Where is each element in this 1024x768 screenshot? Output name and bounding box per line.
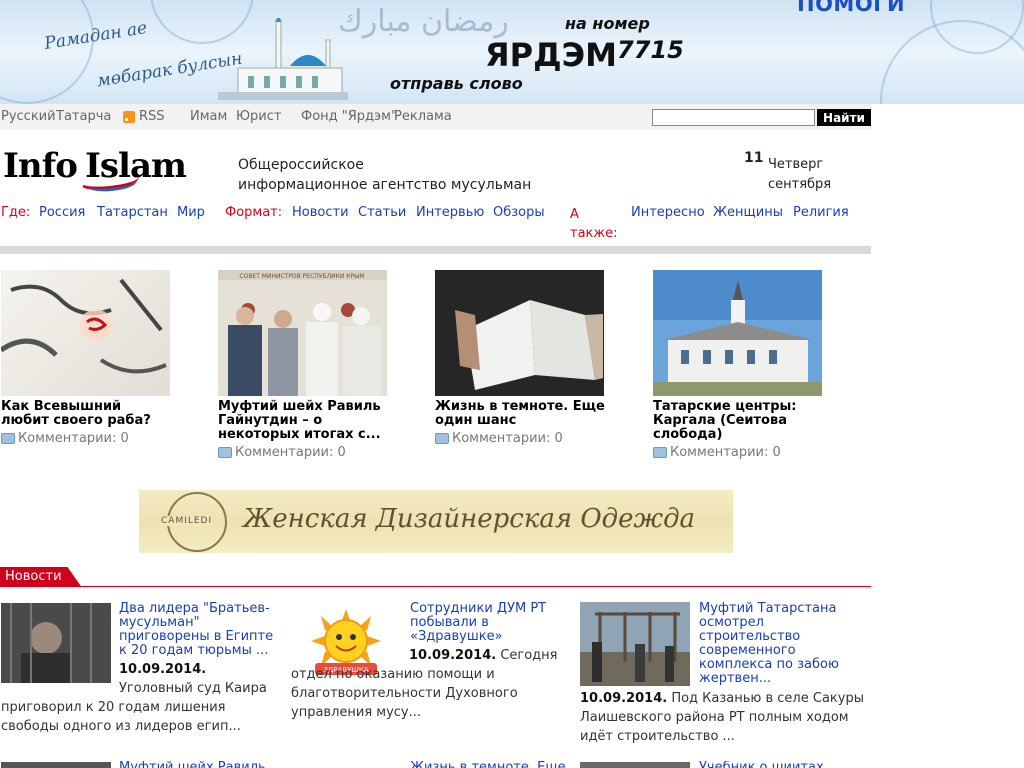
lawyer-link[interactable]: Юрист	[236, 109, 281, 124]
header-divider	[0, 246, 871, 254]
news-excerpt: 10.09.2014. Под Казанью в селе Сакуры Ла…	[580, 689, 865, 746]
news-thumbnail[interactable]	[1, 762, 111, 768]
featured-item: СОВЕТ МИНИСТРОВ РЕСПУБЛИКИ КРЫМ Муфтий ш…	[218, 270, 388, 460]
news-date: 10.09.2014.	[119, 662, 207, 677]
comments-count: Комментарии: 0	[670, 445, 781, 460]
lang-tatar-link[interactable]: Татарча	[56, 109, 111, 124]
featured-thumbnail-mufti[interactable]: СОВЕТ МИНИСТРОВ РЕСПУБЛИКИ КРЫМ	[218, 270, 387, 396]
news-excerpt: 10.09.2014. Сегодня отдел по оказанию по…	[291, 646, 565, 722]
news-meta: 10.09.2014.	[119, 660, 284, 679]
search-input[interactable]	[652, 109, 815, 126]
comments-count: Комментарии: 0	[18, 431, 129, 446]
news-excerpt: Уголовный суд Каира приговорил к 20 года…	[1, 681, 267, 734]
banner-help-text: ПОМОГИ	[797, 0, 906, 16]
comments-count: Комментарии: 0	[235, 445, 346, 460]
tagline-line2: информационное агентство мусульман	[238, 177, 532, 193]
calligraphy-image	[1, 278, 167, 374]
category-navigation: Где: Россия Татарстан Мир Формат: Новост…	[0, 203, 871, 243]
also-religion[interactable]: Религия	[793, 205, 849, 220]
construction-photo	[580, 602, 690, 686]
banner-keyword: ЯРДЭМ	[485, 36, 617, 74]
comments-count: Комментарии: 0	[452, 431, 563, 446]
news-title[interactable]: Два лидера "Братьев-мусульман" приговоре…	[119, 602, 279, 658]
news-thumbnail[interactable]	[580, 762, 690, 768]
site-tagline: Общероссийское информационное агентство …	[238, 155, 538, 195]
news-thumbnail[interactable]	[1, 603, 111, 683]
fund-link[interactable]: Фонд "Ярдэм"	[301, 109, 397, 124]
news-date: 10.09.2014.	[409, 648, 497, 663]
mufti-photo: СОВЕТ МИНИСТРОВ РЕСПУБЛИКИ КРЫМ	[218, 270, 387, 396]
banner-to-number-label: на номер	[565, 14, 650, 33]
comment-icon	[218, 447, 232, 458]
ad-text: Женская Дизайнерская Одежда	[243, 504, 696, 534]
advertising-link[interactable]: Реклама	[394, 109, 452, 124]
news-section-tab[interactable]: Новости	[0, 567, 82, 587]
format-reviews[interactable]: Обзоры	[493, 205, 545, 220]
category-tatarstan[interactable]: Татарстан	[97, 205, 168, 220]
category-world[interactable]: Мир	[177, 205, 205, 220]
ramadan-banner[interactable]: Рамадан ае мөбарак булсын رمضان مبارك на…	[0, 0, 1024, 104]
featured-comments[interactable]: Комментарии: 0	[218, 445, 388, 460]
ad-brand: CAMILEDI	[161, 516, 213, 526]
format-news[interactable]: Новости	[292, 205, 349, 220]
advertisement-banner[interactable]: CAMILEDI Женская Дизайнерская Одежда	[139, 490, 733, 553]
news-title[interactable]: Сотрудники ДУМ РТ побывали в «Здравушке»	[410, 602, 560, 644]
news-title[interactable]: Муфтий Татарстана осмотрел строительство…	[699, 602, 849, 686]
also-label: А также:	[570, 207, 618, 241]
mosque-illustration	[218, 18, 348, 100]
braille-book-photo	[435, 270, 604, 396]
banner-sms-number: 7715	[617, 36, 684, 64]
ministers-sign: СОВЕТ МИНИСТРОВ РЕСПУБЛИКИ КРЫМ	[239, 273, 364, 280]
featured-title[interactable]: Жизнь в темноте. Еще один шанс	[435, 400, 605, 428]
featured-title[interactable]: Муфтий шейх Равиль Гайнутдин – о некотор…	[218, 400, 388, 442]
date-month: сентября	[768, 177, 832, 192]
banner-send-word: отправь слово	[390, 74, 523, 93]
tagline-line1: Общероссийское	[238, 157, 364, 173]
banner-arabic-text: رمضان مبارك	[338, 4, 509, 39]
news-date: 10.09.2014.	[580, 691, 668, 706]
featured-item: Как Всевышний любит своего раба? Коммент…	[1, 270, 171, 446]
also-interesting[interactable]: Интересно	[631, 205, 705, 220]
news-title[interactable]: Жизнь в темноте. Еще	[410, 761, 570, 768]
kargala-mosque-photo	[653, 270, 822, 396]
news-section-line	[0, 586, 871, 587]
featured-title[interactable]: Как Всевышний любит своего раба?	[1, 400, 171, 428]
featured-title[interactable]: Татарские центры: Каргала (Сеитова слобо…	[653, 400, 823, 442]
featured-item: Татарские центры: Каргала (Сеитова слобо…	[653, 270, 823, 460]
featured-thumbnail-calligraphy[interactable]	[1, 270, 170, 396]
featured-thumbnail-dark-book[interactable]	[435, 270, 604, 396]
imam-link[interactable]: Имам	[190, 109, 227, 124]
where-label: Где:	[1, 205, 31, 220]
featured-comments[interactable]: Комментарии: 0	[435, 431, 605, 446]
rss-link[interactable]: RSS	[139, 109, 165, 124]
comment-icon	[435, 433, 449, 444]
featured-comments[interactable]: Комментарии: 0	[653, 445, 823, 460]
date-weekday: Четверг	[768, 157, 824, 172]
top-navigation: Русский Татарча RSS Имам Юрист Фонд "Ярд…	[0, 104, 871, 130]
search-button[interactable]: Найти	[817, 109, 871, 126]
site-logo[interactable]: Info Islam	[3, 146, 213, 194]
comment-icon	[1, 433, 15, 444]
comment-icon	[653, 447, 667, 458]
date-text: Четверг сентября	[768, 155, 848, 195]
format-label: Формат:	[225, 205, 283, 220]
featured-thumbnail-mosque[interactable]	[653, 270, 822, 396]
featured-comments[interactable]: Комментарии: 0	[1, 431, 171, 446]
rss-icon[interactable]	[123, 111, 135, 123]
featured-item: Жизнь в темноте. Еще один шанс Комментар…	[435, 270, 605, 446]
category-russia[interactable]: Россия	[39, 205, 85, 220]
format-interviews[interactable]: Интервью	[416, 205, 484, 220]
date-day: 11	[744, 150, 764, 166]
lang-russian-link[interactable]: Русский	[1, 109, 56, 124]
format-articles[interactable]: Статьи	[358, 205, 406, 220]
logo-info-text: Info	[3, 146, 78, 186]
news-thumbnail[interactable]	[580, 602, 690, 686]
news-photo-cage	[1, 603, 111, 683]
also-women[interactable]: Женщины	[713, 205, 783, 220]
news-title[interactable]: Учебник о шиитах	[699, 761, 859, 768]
news-title[interactable]: Муфтий шейх Равиль	[119, 761, 279, 768]
